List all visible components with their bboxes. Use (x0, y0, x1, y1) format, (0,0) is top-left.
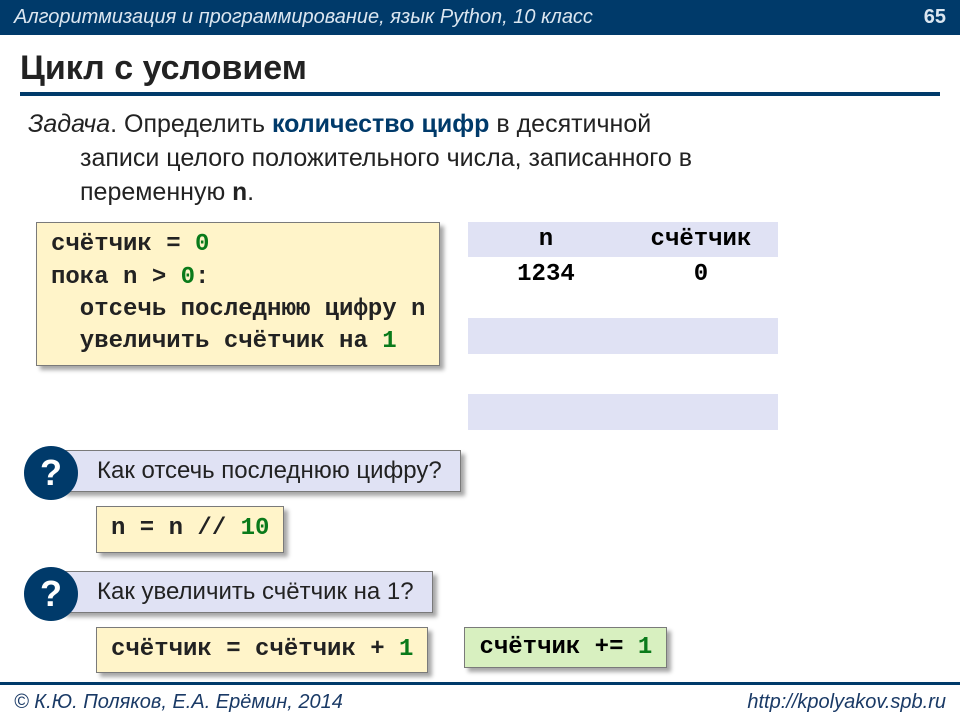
page-number: 65 (924, 6, 946, 29)
task-lead: Задача (28, 110, 110, 138)
course-title: Алгоритмизация и программирование, язык … (14, 6, 593, 29)
code-increment-short: счётчик += 1 (464, 627, 667, 668)
trace-header: n счётчик (468, 222, 778, 257)
trace-row: 1234 0 (468, 257, 778, 292)
trace-table: n счётчик 1234 0 (468, 222, 778, 430)
var-n: n (232, 179, 247, 208)
task-text: Задача. Определить количество цифр в дес… (0, 108, 960, 210)
code-increment-long: счётчик = счётчик + 1 (96, 627, 428, 673)
footer-authors: © К.Ю. Поляков, Е.А. Ерёмин, 2014 (14, 691, 343, 714)
question-icon: ? (24, 446, 78, 500)
header-bar: Алгоритмизация и программирование, язык … (0, 0, 960, 35)
trace-row-blank (468, 318, 778, 354)
question-1: Как отсечь последнюю цифру? (62, 450, 461, 492)
trace-row-blank (468, 394, 778, 430)
code-cut-digit: n = n // 10 (96, 506, 284, 552)
col-n: n (468, 222, 623, 257)
pseudocode-box: счётчик = 0 пока n > 0: отсечь последнюю… (36, 222, 440, 366)
col-counter: счётчик (623, 222, 778, 257)
footer-link[interactable]: http://kpolyakov.spb.ru (747, 691, 946, 714)
footer: © К.Ю. Поляков, Е.А. Ерёмин, 2014 http:/… (0, 682, 960, 720)
task-bold: количество цифр (272, 110, 489, 138)
page-title: Цикл с условием (0, 35, 960, 92)
title-rule (20, 92, 940, 96)
question-icon: ? (24, 567, 78, 621)
question-2: Как увеличить счётчик на 1? (62, 571, 433, 613)
